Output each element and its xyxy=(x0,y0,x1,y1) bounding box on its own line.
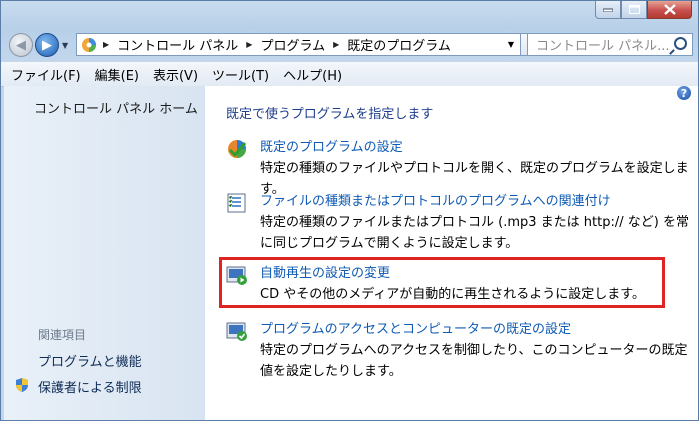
control-panel-icon xyxy=(82,37,96,52)
back-arrow-icon: ◀ xyxy=(16,37,26,53)
breadcrumb-default-programs[interactable]: 既定のプログラム xyxy=(347,35,451,54)
menu-help[interactable]: ヘルプ(H) xyxy=(283,65,342,84)
minimize-icon xyxy=(603,8,613,12)
search-icon[interactable] xyxy=(674,37,687,50)
close-button[interactable] xyxy=(647,1,692,19)
menu-file[interactable]: ファイル(F) xyxy=(11,65,81,84)
autoplay-highlight-box xyxy=(219,257,665,308)
task-program-access: プログラムのアクセスとコンピューターの既定の設定 特定のプログラムへのアクセスを… xyxy=(226,318,691,382)
program-access-icon xyxy=(226,322,247,341)
navigation-pane: コントロール パネル ホーム 関連項目 プログラムと機能 保護者による制限 xyxy=(4,86,205,420)
address-bar[interactable]: ▶ コントロール パネル ▶ プログラム ▶ 既定のプログラム ▼ xyxy=(76,33,521,56)
menu-view[interactable]: 表示(V) xyxy=(153,65,198,84)
breadcrumb-separator-icon[interactable]: ▶ xyxy=(333,40,339,49)
search-placeholder: コントロール パネル... xyxy=(536,39,670,54)
file-association-icon xyxy=(227,193,246,213)
close-icon xyxy=(663,4,676,15)
search-input[interactable]: コントロール パネル... xyxy=(527,33,693,56)
control-panel-window: ◀ ▶ ▼ ▶ コントロール パネル ▶ プログラム ▶ 既定のプログラム ▼ … xyxy=(0,0,699,421)
shield-icon xyxy=(16,378,28,392)
main-content: ? 既定で使うプログラムを指定します 既定のプログラムの設定 特定の種類のファイ… xyxy=(205,86,698,420)
maximize-icon xyxy=(628,5,640,14)
menu-edit[interactable]: 編集(E) xyxy=(95,65,139,84)
task-set-default-programs: 既定のプログラムの設定 特定の種類のファイルやプロトコルを開く、既定のプログラム… xyxy=(226,136,691,197)
task-title[interactable]: 既定のプログラムの設定 xyxy=(260,136,403,155)
task-description: 特定の種類のファイルまたはプロトコル (.mp3 または http:// など)… xyxy=(260,215,689,251)
page-heading: 既定で使うプログラムを指定します xyxy=(226,107,434,122)
address-dropdown-icon[interactable]: ▼ xyxy=(508,40,514,49)
control-panel-home-link[interactable]: コントロール パネル ホーム xyxy=(34,98,198,117)
menu-tools[interactable]: ツール(T) xyxy=(212,65,269,84)
programs-and-features-link[interactable]: プログラムと機能 xyxy=(38,351,142,370)
forward-arrow-icon: ▶ xyxy=(42,37,52,53)
related-items-heading: 関連項目 xyxy=(38,328,87,342)
back-button[interactable]: ◀ xyxy=(9,33,33,57)
breadcrumb-separator-icon[interactable]: ▶ xyxy=(246,40,252,49)
task-title[interactable]: プログラムのアクセスとコンピューターの既定の設定 xyxy=(260,318,571,337)
caption-buttons xyxy=(595,1,692,19)
task-file-association: ファイルの種類またはプロトコルのプログラムへの関連付け 特定の種類のファイルまた… xyxy=(226,190,691,254)
breadcrumb-control-panel[interactable]: コントロール パネル xyxy=(117,35,238,54)
breadcrumb-separator-icon: ▶ xyxy=(103,40,110,49)
task-description: 特定のプログラムへのアクセスを制御したり、このコンピューターの既定値を設定したり… xyxy=(260,343,688,379)
recent-pages-dropdown[interactable]: ▼ xyxy=(62,41,68,50)
minimize-button[interactable] xyxy=(595,1,621,19)
maximize-button[interactable] xyxy=(621,1,647,19)
task-title[interactable]: ファイルの種類またはプロトコルのプログラムへの関連付け xyxy=(260,190,611,209)
default-programs-icon xyxy=(228,140,247,158)
breadcrumb-programs[interactable]: プログラム xyxy=(260,35,325,54)
forward-button[interactable]: ▶ xyxy=(35,33,59,57)
help-icon[interactable]: ? xyxy=(677,86,691,100)
address-row: ◀ ▶ ▼ ▶ コントロール パネル ▶ プログラム ▶ 既定のプログラム ▼ … xyxy=(1,29,698,61)
parental-controls-link[interactable]: 保護者による制限 xyxy=(38,377,142,396)
menu-bar: ファイル(F) 編集(E) 表示(V) ツール(T) ヘルプ(H) xyxy=(1,61,698,87)
